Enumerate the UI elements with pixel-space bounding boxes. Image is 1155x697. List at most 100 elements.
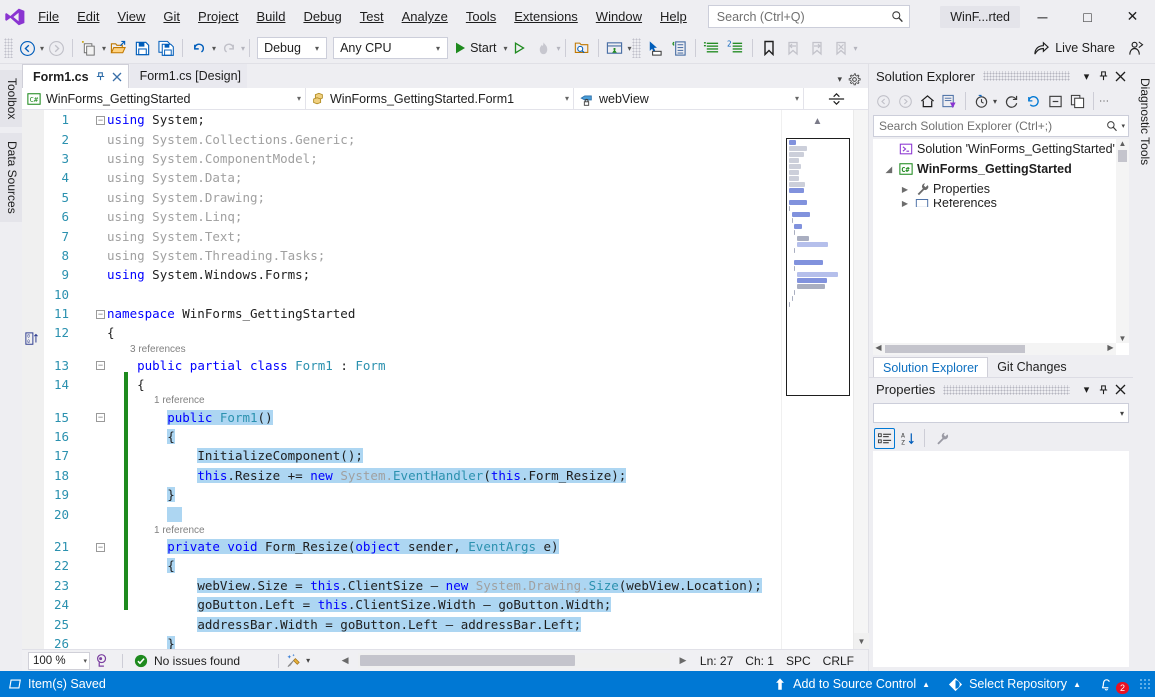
sync-with-active-document-button[interactable]	[1023, 91, 1044, 112]
open-file-button[interactable]	[106, 36, 130, 60]
toolbar-overflow-icon[interactable]: ▾	[854, 44, 858, 53]
fold-toggle-icon[interactable]: −	[94, 115, 107, 125]
code-line[interactable]: 26 }	[44, 634, 781, 649]
alphabetical-sort-button[interactable]: AZ	[897, 428, 918, 449]
menu-window[interactable]: Window	[587, 4, 651, 29]
code-lens-reference[interactable]: 3 references	[44, 343, 781, 356]
code-line[interactable]: 10	[44, 285, 781, 304]
code-cleanup-button[interactable]: ▾	[286, 653, 310, 668]
code-line[interactable]: 22 {	[44, 556, 781, 575]
scroll-right-icon[interactable]: ▶	[672, 655, 694, 666]
fold-toggle-icon[interactable]: −	[94, 309, 107, 319]
tree-scroll-up-icon[interactable]: ▲	[1116, 139, 1129, 148]
hot-reload-button[interactable]	[531, 36, 555, 60]
tab-list-dropdown-icon[interactable]: ▾	[837, 74, 842, 85]
code-lens-reference[interactable]: 1 reference	[44, 394, 781, 407]
solution-platform-combo[interactable]: Any CPU ▾	[333, 37, 448, 59]
chevron-down-icon[interactable]: ▾	[306, 656, 310, 665]
start-without-debugging-button[interactable]	[507, 36, 531, 60]
show-all-files-button[interactable]	[971, 91, 992, 112]
maximize-button[interactable]: □	[1065, 0, 1110, 33]
editor-horizontal-scrollbar[interactable]	[358, 653, 670, 668]
code-line[interactable]: 5using System.Drawing;	[44, 188, 781, 207]
fold-toggle-icon[interactable]: −	[94, 542, 107, 552]
search-options-icon[interactable]: ▾	[1118, 122, 1125, 130]
live-share-button[interactable]: Live Share	[1025, 36, 1123, 60]
tree-node-properties[interactable]: ▶ Properties	[873, 179, 1129, 199]
code-line[interactable]: 24 goButton.Left = this.ClientSize.Width…	[44, 595, 781, 614]
pane-drag-handle[interactable]	[983, 71, 1070, 81]
code-line[interactable]: 25 addressBar.Width = goButton.Left – ad…	[44, 614, 781, 633]
menu-project[interactable]: Project	[189, 4, 247, 29]
send-feedback-button[interactable]	[1123, 36, 1147, 60]
code-line[interactable]: 8using System.Threading.Tasks;	[44, 246, 781, 265]
menu-tools[interactable]: Tools	[457, 4, 505, 29]
close-button[interactable]: ✕	[1110, 0, 1155, 33]
tree-node-project[interactable]: ◢ C# WinForms_GettingStarted	[873, 159, 1129, 179]
redo-button[interactable]	[216, 36, 240, 60]
indicator-margin[interactable]: 00	[22, 110, 44, 649]
nav-project-combo[interactable]: C# WinForms_GettingStarted ▾	[22, 88, 306, 110]
tree-scroll-left-icon[interactable]: ◀	[873, 343, 884, 352]
screen-reader-button[interactable]	[90, 653, 115, 668]
tree-vertical-scrollbar[interactable]: ▲ ▼	[1116, 139, 1129, 343]
property-pages-button[interactable]	[931, 428, 952, 449]
notifications-button[interactable]: 2	[1090, 671, 1135, 697]
save-button[interactable]	[130, 36, 154, 60]
code-line[interactable]: 21− private void Form_Resize(object send…	[44, 537, 781, 556]
previous-bookmark-button[interactable]	[781, 36, 805, 60]
properties-window-button[interactable]	[667, 36, 691, 60]
sidebar-item-data-sources[interactable]: Data Sources	[0, 133, 22, 222]
menu-analyze[interactable]: Analyze	[393, 4, 457, 29]
tree-horizontal-scroll-thumb[interactable]	[885, 345, 1025, 353]
code-line[interactable]: 20	[44, 504, 781, 523]
code-line[interactable]: 23 webView.Size = this.ClientSize – new …	[44, 576, 781, 595]
nav-type-combo[interactable]: WinForms_GettingStarted.Form1 ▾	[306, 88, 574, 110]
chevron-down-icon[interactable]: ▾	[993, 97, 1000, 106]
tree-vertical-scroll-thumb[interactable]	[1118, 150, 1127, 162]
code-line[interactable]: 1−using System;	[44, 110, 781, 129]
close-icon[interactable]	[112, 72, 122, 82]
zoom-level-combo[interactable]: 100 % ▾	[28, 652, 90, 670]
navigate-back-button[interactable]	[15, 36, 39, 60]
back-button[interactable]	[873, 91, 894, 112]
comment-lines-button[interactable]	[700, 36, 724, 60]
code-line[interactable]: 11−namespace WinForms_GettingStarted	[44, 304, 781, 323]
issues-status[interactable]: No issues found	[130, 654, 240, 668]
tab-solution-explorer[interactable]: Solution Explorer	[873, 357, 988, 377]
save-all-button[interactable]	[154, 36, 178, 60]
editor-vertical-scrollbar[interactable]: ▼	[853, 110, 868, 649]
toggle-bookmark-button[interactable]	[757, 36, 781, 60]
code-line[interactable]: 14 {	[44, 375, 781, 394]
code-line[interactable]: 9using System.Windows.Forms;	[44, 265, 781, 284]
redo-dropdown[interactable]: ▾	[241, 44, 245, 53]
start-debug-button[interactable]: Start	[451, 36, 502, 60]
collapse-all-button[interactable]	[1045, 91, 1066, 112]
new-project-button[interactable]	[77, 36, 101, 60]
menu-git[interactable]: Git	[154, 4, 189, 29]
tree-scroll-right-icon[interactable]: ▶	[1105, 343, 1116, 352]
code-line[interactable]: 13− public partial class Form1 : Form	[44, 356, 781, 375]
code-line[interactable]: 17 InitializeComponent();	[44, 446, 781, 465]
pin-icon[interactable]	[1095, 67, 1112, 85]
tree-arrow-collapsed-icon[interactable]: ▶	[899, 185, 911, 194]
close-icon[interactable]	[1112, 67, 1129, 85]
forward-button[interactable]	[895, 91, 916, 112]
next-bookmark-button[interactable]	[805, 36, 829, 60]
code-line[interactable]: 6using System.Linq;	[44, 207, 781, 226]
fold-toggle-icon[interactable]: −	[94, 412, 107, 422]
tree-arrow-collapsed-icon-2[interactable]: ▶	[899, 199, 911, 207]
menu-edit[interactable]: Edit	[68, 4, 108, 29]
view-properties-button[interactable]	[1067, 91, 1088, 112]
find-in-files-button[interactable]	[570, 36, 594, 60]
pin-icon[interactable]	[1095, 381, 1112, 399]
pane-dropdown-icon[interactable]: ▾	[1078, 67, 1095, 85]
solution-explorer-button[interactable]	[603, 36, 627, 60]
code-line[interactable]: 18 this.Resize += new System.EventHandle…	[44, 466, 781, 485]
undo-button[interactable]	[187, 36, 211, 60]
tab-form1-cs-design[interactable]: Form1.cs [Design]	[130, 64, 247, 88]
nav-member-combo[interactable]: webView ▾	[574, 88, 804, 110]
tab-git-changes[interactable]: Git Changes	[988, 357, 1075, 377]
scroll-down-icon[interactable]: ▼	[854, 633, 869, 649]
overflow-icon[interactable]: ⋯	[1099, 96, 1109, 107]
